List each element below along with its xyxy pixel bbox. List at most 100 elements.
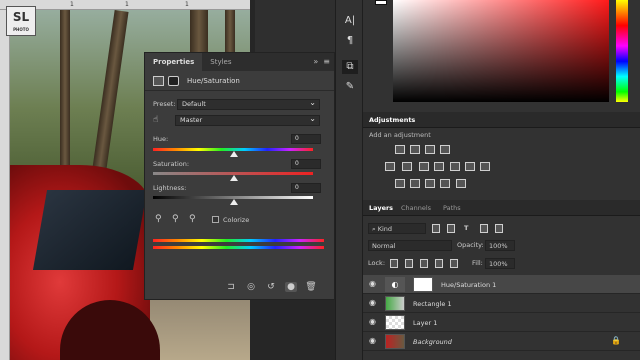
hue-saturation-icon[interactable] [402, 162, 412, 171]
saturation-input[interactable]: 0 [291, 159, 321, 169]
mask-icon[interactable] [168, 75, 179, 86]
tab-layers[interactable]: Layers [369, 204, 393, 212]
hand-target-icon[interactable]: ☝ [153, 115, 158, 125]
vibrance-icon[interactable] [385, 162, 395, 171]
saturation-slider-thumb[interactable] [230, 175, 238, 181]
color-lookup-icon[interactable] [480, 162, 490, 171]
tab-paths[interactable]: Paths [443, 204, 461, 212]
eye-icon[interactable]: ◉ [369, 299, 377, 307]
input-color-bar [153, 239, 324, 242]
eye-icon[interactable]: ◉ [369, 318, 377, 326]
horizontal-ruler: 1 1 1 [0, 0, 250, 10]
layer-name: Background [413, 338, 452, 346]
layer-filter-kind-dropdown[interactable]: ⌕ Kind [368, 223, 426, 234]
lock-transparency-icon[interactable] [390, 259, 398, 268]
lock-all-icon[interactable] [450, 259, 458, 268]
eye-icon[interactable]: ◉ [369, 337, 377, 345]
ruler-mark: 1 [185, 1, 189, 8]
lock-artboard-icon[interactable] [435, 259, 443, 268]
brightness-icon[interactable] [395, 145, 405, 154]
layer-name: Rectangle 1 [413, 300, 452, 308]
vertical-ruler [0, 10, 10, 360]
invert-icon[interactable] [395, 179, 405, 188]
adjustment-title: Hue/Saturation [187, 76, 240, 85]
tab-styles[interactable]: Styles [202, 53, 239, 71]
curves-icon[interactable] [425, 145, 435, 154]
layer-thumbnail [385, 296, 405, 311]
color-picker-field[interactable] [393, 0, 609, 102]
lock-position-icon[interactable] [420, 259, 428, 268]
layer-row[interactable]: ◉ Background 🔒 [363, 332, 640, 351]
adjustments-header: Adjustments [363, 112, 640, 128]
colorize-label: Colorize [223, 216, 250, 224]
lock-pixels-icon[interactable] [405, 259, 413, 268]
hue-slider-thumb[interactable] [230, 151, 238, 157]
lightness-input[interactable]: 0 [291, 183, 321, 193]
trash-icon[interactable]: 🗑 [305, 282, 317, 292]
blend-mode-dropdown[interactable]: Normal [368, 240, 452, 251]
layer-row[interactable]: ◉ Rectangle 1 [363, 294, 640, 313]
properties-tabbar: Properties Styles » ≡ [145, 53, 334, 71]
layer-thumbnail [385, 334, 405, 349]
layer-row[interactable]: ◉ Layer 1 [363, 313, 640, 332]
channel-mixer-icon[interactable] [465, 162, 475, 171]
channel-dropdown[interactable]: Master [175, 114, 320, 126]
text-A-icon[interactable]: A| [342, 14, 358, 28]
layer-row[interactable]: ◉ ◐ Hue/Saturation 1 [363, 275, 640, 294]
pixel-filter-icon[interactable] [432, 224, 440, 233]
type-filter-icon[interactable]: T [464, 223, 468, 234]
lightness-label: Lightness: [153, 184, 187, 192]
hue-input[interactable]: 0 [291, 134, 321, 144]
workspace-strip [255, 0, 335, 52]
preset-label: Preset: [153, 100, 176, 108]
3d-icon[interactable]: ⧉ [342, 60, 358, 74]
tab-channels[interactable]: Channels [401, 204, 431, 212]
levels-icon[interactable] [410, 145, 420, 154]
fill-input[interactable]: 100% [485, 258, 515, 269]
car-window [32, 190, 148, 270]
photo-filter-icon[interactable] [450, 162, 460, 171]
shape-filter-icon[interactable] [480, 224, 488, 233]
smart-object-filter-icon[interactable] [495, 224, 503, 233]
double-chevron-icon[interactable]: » [313, 57, 318, 66]
brush-panel-icon[interactable]: ✎ [342, 80, 358, 94]
adjustment-header: Hue/Saturation [145, 71, 334, 91]
black-white-icon[interactable] [434, 162, 444, 171]
clip-to-layer-icon[interactable]: ⊐ [225, 282, 237, 292]
lock-icon: 🔒 [611, 336, 621, 345]
eyedropper-plus-icon[interactable]: ⚲ [172, 215, 181, 224]
eye-icon[interactable]: ◉ [369, 280, 377, 288]
exposure-icon[interactable] [440, 145, 450, 154]
preset-dropdown[interactable]: Default [177, 98, 320, 110]
color-balance-icon[interactable] [419, 162, 429, 171]
selective-color-icon[interactable] [440, 179, 450, 188]
adjustment-filter-icon[interactable] [447, 224, 455, 233]
add-adjustment-label: Add an adjustment [369, 131, 431, 139]
kind-value: Kind [377, 225, 393, 233]
properties-panel: Properties Styles » ≡ Hue/Saturation Pre… [144, 52, 335, 300]
panel-tool-strip: A| ¶ ⧉ ✎ [335, 0, 363, 360]
eyedropper-minus-icon[interactable]: ⚲ [189, 215, 198, 224]
opacity-input[interactable]: 100% [485, 240, 515, 251]
gradient-map-icon[interactable] [456, 179, 466, 188]
fill-label: Fill: [472, 259, 483, 267]
posterize-icon[interactable] [410, 179, 420, 188]
hue-strip[interactable] [616, 0, 628, 102]
foreground-color-swatch[interactable] [375, 0, 387, 5]
view-previous-icon[interactable]: ◎ [245, 282, 257, 292]
eyedropper-icon[interactable]: ⚲ [155, 215, 164, 224]
threshold-icon[interactable] [425, 179, 435, 188]
colorize-checkbox[interactable] [212, 216, 219, 223]
tab-properties[interactable]: Properties [145, 53, 203, 71]
lightness-slider-thumb[interactable] [230, 199, 238, 205]
menu-icon[interactable]: ≡ [323, 57, 330, 66]
layer-mask-thumbnail[interactable] [413, 277, 433, 292]
saturation-label: Saturation: [153, 160, 190, 168]
opacity-label: Opacity: [457, 241, 484, 249]
hue-label: Hue: [153, 135, 169, 143]
watermark-subtext: PHOTO [13, 27, 29, 32]
visibility-icon[interactable]: ● [285, 282, 297, 292]
tab-adjustments[interactable]: Adjustments [369, 116, 415, 124]
paragraph-icon[interactable]: ¶ [342, 34, 358, 48]
reset-icon[interactable]: ↺ [265, 282, 277, 292]
